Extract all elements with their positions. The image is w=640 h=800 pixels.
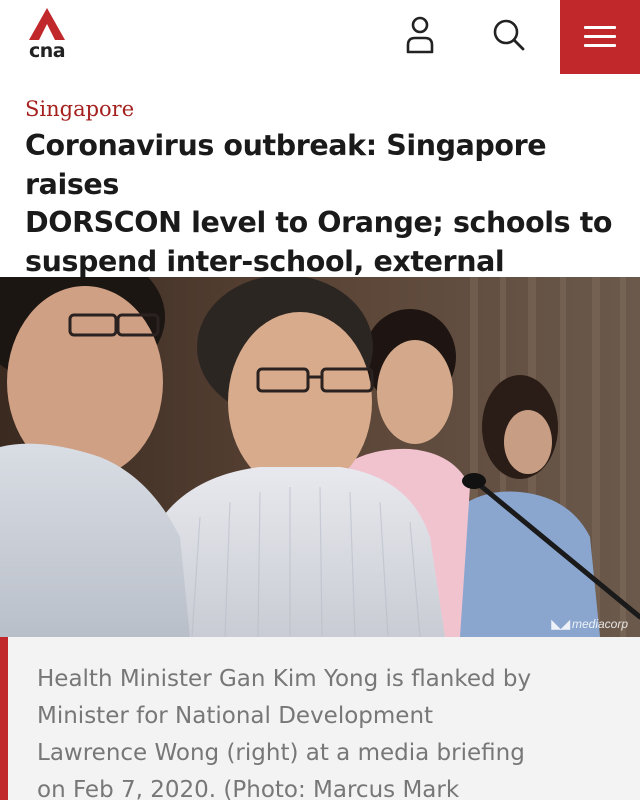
headline-line: Coronavirus outbreak: Singapore raises — [25, 129, 547, 201]
logo-text: cna — [28, 40, 66, 62]
caption-line: on Feb 7, 2020. (Photo: Marcus Mark — [37, 777, 460, 800]
caption-line: Minister for National Development — [37, 703, 434, 729]
user-icon — [406, 16, 434, 54]
search-icon — [493, 19, 525, 51]
article-category-link[interactable]: Singapore — [25, 97, 134, 121]
caption-text: Health Minister Gan Kim Yong is flanked … — [37, 661, 597, 800]
hamburger-menu-icon — [584, 26, 616, 29]
watermark-text: mediacorp — [571, 617, 628, 631]
caption-line: Lawrence Wong (right) at a media briefin… — [37, 740, 525, 766]
caption-line: Health Minister Gan Kim Yong is flanked … — [37, 666, 532, 692]
headline-line: DORSCON level to Orange; schools to — [25, 206, 613, 239]
menu-button[interactable] — [560, 0, 640, 74]
article-photo: ◣◢ mediacorp — [0, 277, 640, 637]
photo-caption: Health Minister Gan Kim Yong is flanked … — [0, 637, 640, 800]
site-header: cna — [0, 0, 640, 74]
caption-accent-bar — [0, 637, 8, 800]
cna-logo[interactable]: cna — [22, 6, 72, 66]
photo-watermark: ◣◢ mediacorp — [552, 617, 629, 631]
press-briefing-photo — [0, 277, 640, 637]
mediacorp-logo-icon: ◣◢ — [551, 617, 570, 631]
search-button[interactable] — [488, 12, 528, 56]
logo-mark-icon — [29, 8, 65, 40]
user-account-button[interactable] — [400, 12, 440, 56]
